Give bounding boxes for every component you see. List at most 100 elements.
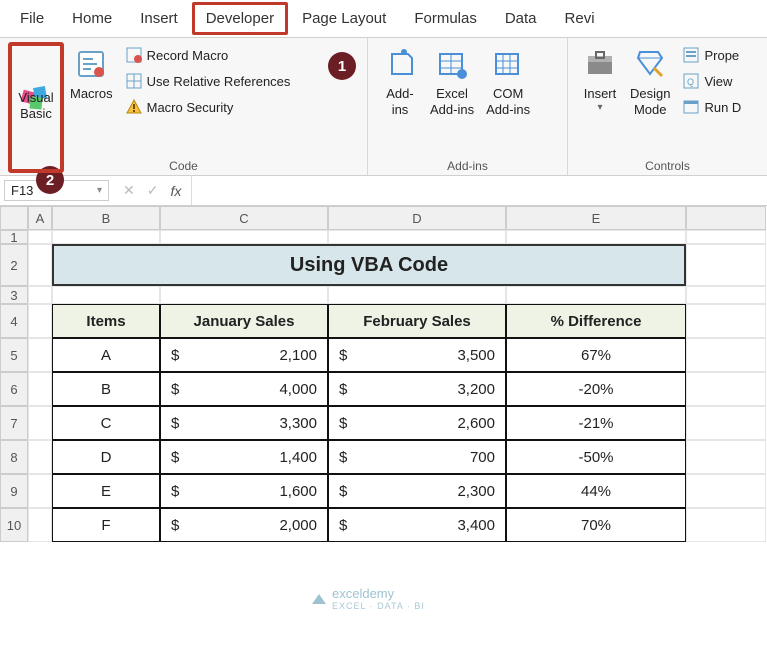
cell-value: 4,000 [279,381,317,398]
row-header-1[interactable]: 1 [0,230,28,244]
col-header-c[interactable]: C [160,206,328,230]
row-header-6[interactable]: 6 [0,372,28,406]
tab-file[interactable]: File [6,2,58,35]
col-header-f[interactable] [686,206,766,230]
watermark-sub: EXCEL · DATA · BI [332,601,425,611]
excel-addins-label: Excel Add-ins [430,86,474,117]
cell-diff[interactable]: 44% [506,474,686,508]
properties-button[interactable]: Prope [680,44,743,66]
col-header-b[interactable]: B [52,206,160,230]
cell-feb[interactable]: $2,600 [328,406,506,440]
col-header-d[interactable]: D [328,206,506,230]
cell-jan[interactable]: $1,600 [160,474,328,508]
warning-icon [125,98,143,116]
cell-jan[interactable]: $3,300 [160,406,328,440]
chevron-down-icon: ▾ [97,185,102,196]
cell-diff[interactable]: -50% [506,440,686,474]
row-header-4[interactable]: 4 [0,304,28,338]
row-header-10[interactable]: 10 [0,508,28,542]
record-macro-button[interactable]: Record Macro [123,44,293,66]
row-header-5[interactable]: 5 [0,338,28,372]
cell-feb[interactable]: $700 [328,440,506,474]
cell-item[interactable]: B [52,372,160,406]
currency-symbol: $ [339,381,347,398]
properties-label: Prope [704,48,739,63]
cell-feb[interactable]: $3,500 [328,338,506,372]
cell-item[interactable]: C [52,406,160,440]
view-code-label: View [704,74,732,89]
excel-addins-icon [434,46,470,82]
formula-input[interactable] [191,176,767,205]
macro-security-button[interactable]: Macro Security [123,96,293,118]
com-addins-button[interactable]: COM Add-ins [480,42,536,173]
cell-item[interactable]: A [52,338,160,372]
formula-bar-row: F13 ▾ ✕ ✓ fx [0,176,767,206]
currency-symbol: $ [171,483,179,500]
dropdown-icon: ▾ [597,102,602,114]
header-feb[interactable]: February Sales [328,304,506,338]
cancel-formula-icon[interactable]: ✕ [123,182,135,199]
row-header-3[interactable]: 3 [0,286,28,304]
run-dialog-button[interactable]: Run D [680,96,743,118]
enter-formula-icon[interactable]: ✓ [147,182,159,199]
visual-basic-button[interactable]: Visual Basic [8,42,64,173]
view-code-icon: Q [682,72,700,90]
addins-button[interactable]: Add- ins [376,42,424,173]
tab-formulas[interactable]: Formulas [400,2,491,35]
col-header-e[interactable]: E [506,206,686,230]
group-controls: Insert ▾ Design Mode Prope Q View Run D [568,38,767,175]
tab-developer[interactable]: Developer [192,2,288,35]
col-header-a[interactable]: A [28,206,52,230]
currency-symbol: $ [339,483,347,500]
tab-home[interactable]: Home [58,2,126,35]
macros-button[interactable]: Macros [64,42,119,173]
select-all-corner[interactable] [0,206,28,230]
cell-feb[interactable]: $3,400 [328,508,506,542]
tab-insert[interactable]: Insert [126,2,192,35]
header-jan[interactable]: January Sales [160,304,328,338]
cell-feb[interactable]: $3,200 [328,372,506,406]
header-items[interactable]: Items [52,304,160,338]
grid-icon [125,72,143,90]
currency-symbol: $ [339,517,347,534]
excel-addins-button[interactable]: Excel Add-ins [424,42,480,173]
cell-jan[interactable]: $1,400 [160,440,328,474]
macros-label: Macros [70,86,113,102]
toolbox-icon [582,46,618,82]
tab-data[interactable]: Data [491,2,551,35]
ribbon: Visual Basic Macros Record Macro Use Rel… [0,38,767,176]
header-diff[interactable]: % Difference [506,304,686,338]
use-relative-label: Use Relative References [147,74,291,89]
cell-diff[interactable]: -20% [506,372,686,406]
tab-review[interactable]: Revi [551,2,609,35]
insert-control-button[interactable]: Insert ▾ [576,42,624,173]
fx-icon[interactable]: fx [170,183,181,199]
cell-diff[interactable]: 67% [506,338,686,372]
cell-feb[interactable]: $2,300 [328,474,506,508]
cell-item[interactable]: D [52,440,160,474]
cell-jan[interactable]: $2,100 [160,338,328,372]
cell-diff[interactable]: -21% [506,406,686,440]
group-addins-label: Add-ins [368,159,567,173]
group-code-label: Code [0,159,367,173]
cell-item[interactable]: F [52,508,160,542]
cell-diff[interactable]: 70% [506,508,686,542]
row-header-7[interactable]: 7 [0,406,28,440]
row-header-9[interactable]: 9 [0,474,28,508]
name-box-value: F13 [11,183,33,198]
use-relative-references-button[interactable]: Use Relative References [123,70,293,92]
cell-jan[interactable]: $2,000 [160,508,328,542]
design-mode-button[interactable]: Design Mode [624,42,676,173]
row-header-8[interactable]: 8 [0,440,28,474]
title-cell[interactable]: Using VBA Code [52,244,686,286]
view-code-button[interactable]: Q View [680,70,743,92]
column-headers: A B C D E [0,206,767,230]
cell-value: 3,400 [457,517,495,534]
cell-value: 700 [470,449,495,466]
tab-page-layout[interactable]: Page Layout [288,2,400,35]
row-header-2[interactable]: 2 [0,244,28,286]
insert-control-label: Insert [584,86,617,102]
cell-value: 2,300 [457,483,495,500]
cell-item[interactable]: E [52,474,160,508]
cell-jan[interactable]: $4,000 [160,372,328,406]
